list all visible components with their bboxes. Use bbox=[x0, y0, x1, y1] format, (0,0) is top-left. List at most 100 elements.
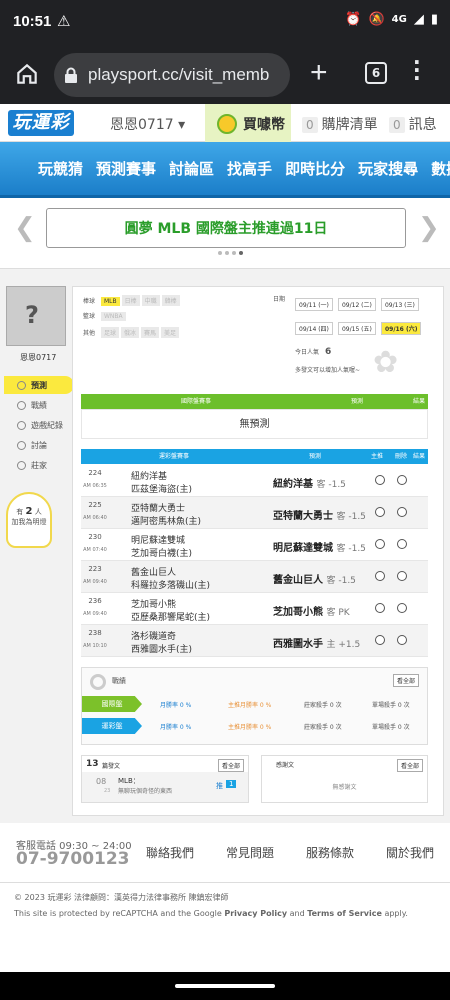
purchase-list-link[interactable]: 0 購牌清單 bbox=[302, 114, 378, 134]
date-option[interactable]: 09/13 (三) bbox=[380, 298, 419, 311]
sidebar-item-bookie[interactable]: 莊家 bbox=[4, 456, 74, 474]
predict-icon bbox=[17, 380, 26, 390]
main-pick-radio[interactable] bbox=[375, 571, 385, 581]
intl-empty: 無預測 bbox=[81, 409, 428, 439]
site-logo[interactable]: 玩運彩 bbox=[8, 110, 74, 136]
popularity-label: 今日人氣 bbox=[295, 349, 320, 356]
date-option[interactable]: 09/11 (一) bbox=[295, 298, 333, 311]
messages-label: 訊息 bbox=[408, 117, 437, 133]
record-stat: 莊家殺手 0 次 bbox=[304, 724, 342, 731]
nav-item[interactable]: 玩家搜尋 bbox=[358, 158, 418, 179]
helper-sub: 加我為明燈 bbox=[11, 518, 47, 526]
user-menu[interactable]: 恩恩0717 ▾ bbox=[110, 114, 185, 134]
footer-link[interactable]: 服務條款 bbox=[306, 844, 354, 861]
avatar: ? bbox=[6, 286, 66, 346]
sidebar-item-history[interactable]: 遊戲紀錄 bbox=[4, 416, 74, 434]
team-away: 明尼蘇達雙城 bbox=[131, 536, 186, 546]
record-stat: 莊家殺手 0 次 bbox=[304, 702, 342, 709]
col-header: 主推 bbox=[371, 453, 384, 460]
date-option-selected[interactable]: 09/16 (六) bbox=[380, 322, 422, 335]
filter-tag[interactable]: 日棒 bbox=[121, 295, 140, 306]
filter-tag[interactable]: WNBA bbox=[100, 312, 126, 321]
main-pick-radio[interactable] bbox=[375, 475, 385, 485]
helper-unit: 人 bbox=[34, 508, 42, 516]
filter-tag[interactable]: 美足 bbox=[160, 327, 179, 338]
footer-link[interactable]: 常見問題 bbox=[226, 844, 274, 861]
sidebar-label: 遊戲紀錄 bbox=[31, 420, 63, 430]
main-pick-radio[interactable] bbox=[375, 603, 385, 613]
lock-icon bbox=[65, 67, 77, 83]
date-option[interactable]: 09/15 (五) bbox=[337, 322, 376, 335]
filter-tag[interactable]: 韓棒 bbox=[161, 295, 180, 306]
footer-link[interactable]: 聯絡我們 bbox=[146, 844, 194, 861]
menu-icon[interactable]: · · · bbox=[413, 52, 421, 88]
sidebar-item-record[interactable]: 戰績 bbox=[4, 396, 74, 414]
messages-link[interactable]: 0 訊息 bbox=[389, 114, 437, 134]
privacy-link[interactable]: Privacy Policy bbox=[224, 909, 287, 918]
team-home: 西雅圖水手(主) bbox=[131, 645, 193, 655]
buy-coin-button[interactable]: 買噱幣 bbox=[205, 104, 291, 142]
purchase-label: 購牌清單 bbox=[321, 117, 378, 133]
sidebar-item-discuss[interactable]: 討論 bbox=[4, 436, 74, 454]
team-away: 洛杉磯道奇 bbox=[131, 632, 177, 642]
nav-item[interactable]: 預測賽事 bbox=[96, 158, 156, 179]
delete-radio[interactable] bbox=[397, 571, 407, 581]
terms-link[interactable]: Terms of Service bbox=[307, 909, 382, 918]
delete-radio[interactable] bbox=[397, 507, 407, 517]
nav-item[interactable]: 找高手 bbox=[227, 158, 272, 179]
filter-tag[interactable]: 足球 bbox=[100, 327, 119, 338]
new-tab-button[interactable]: + bbox=[310, 56, 328, 90]
home-icon[interactable] bbox=[14, 61, 40, 87]
thanks-more-button[interactable]: 看全部 bbox=[396, 759, 423, 772]
home-gesture-bar[interactable] bbox=[175, 984, 275, 988]
posts-label: 篇發文 bbox=[102, 763, 121, 770]
delete-radio[interactable] bbox=[397, 475, 407, 485]
main-pick-radio[interactable] bbox=[375, 635, 385, 645]
main-pick-radio[interactable] bbox=[375, 539, 385, 549]
filter-tag[interactable]: MLB bbox=[100, 297, 120, 306]
nav-item[interactable]: 玩競猜 bbox=[38, 158, 83, 179]
delete-radio[interactable] bbox=[397, 603, 407, 613]
post-day: 08 bbox=[96, 777, 107, 786]
pick-team: 芝加哥小熊 bbox=[273, 607, 323, 618]
recaptcha-and: and bbox=[287, 909, 308, 918]
follow-bulb[interactable]: 有 2 人 加我為明燈 bbox=[6, 492, 52, 548]
date-option[interactable]: 09/14 (四) bbox=[295, 322, 333, 335]
record-more-button[interactable]: 看全部 bbox=[392, 674, 419, 687]
team-away: 亞特蘭大勇士 bbox=[131, 504, 186, 514]
filter-tag[interactable]: 中職 bbox=[141, 295, 160, 306]
filter-tag[interactable]: 賽馬 bbox=[140, 327, 159, 338]
record-panel: 戰績 看全部 國際盤 月勝率 0 % 主推月勝率 0 % 莊家殺手 0 次單場殺手 0… bbox=[81, 667, 428, 745]
game-time: AM 09:40 bbox=[83, 611, 107, 617]
footer-link[interactable]: 關於我們 bbox=[386, 844, 434, 861]
pick-team: 明尼蘇達雙城 bbox=[273, 543, 333, 554]
game-no: 224 bbox=[88, 469, 102, 477]
nav-item[interactable]: 數據 bbox=[431, 158, 450, 179]
nav-item[interactable]: 即時比分 bbox=[285, 158, 345, 179]
recaptcha-apply: apply. bbox=[381, 909, 408, 918]
pick-team: 亞特蘭大勇士 bbox=[273, 511, 333, 522]
delete-radio[interactable] bbox=[397, 539, 407, 549]
banner-next-icon[interactable]: ❯ bbox=[418, 208, 440, 248]
main-pick-radio[interactable] bbox=[375, 507, 385, 517]
date-option[interactable]: 09/12 (二) bbox=[337, 298, 376, 311]
game-time: AM 10:10 bbox=[83, 643, 107, 649]
record-row-label: 國際盤 bbox=[82, 696, 142, 712]
address-bar[interactable]: playsport.cc/visit_memb bbox=[54, 53, 290, 97]
banner-prev-icon[interactable]: ❮ bbox=[14, 208, 36, 248]
tab-switcher-button[interactable]: 6 bbox=[365, 62, 387, 84]
date-label: 日期 bbox=[273, 296, 286, 303]
pick-team: 舊金山巨人 bbox=[273, 575, 323, 586]
post-item[interactable]: 08 23 MLB： 無聊玩個奇怪的東西 推 1 bbox=[82, 772, 248, 802]
filter-tag[interactable]: 俄冰 bbox=[120, 327, 139, 338]
posts-more-button[interactable]: 看全部 bbox=[217, 759, 244, 772]
nav-item[interactable]: 討論區 bbox=[169, 158, 214, 179]
filter-basketball: 籃球 WNBA bbox=[83, 311, 128, 321]
push-count: 1 bbox=[226, 780, 237, 788]
promo-banner[interactable]: 圓夢 MLB 國際盤主推連過11日 bbox=[46, 208, 406, 248]
game-no: 236 bbox=[88, 597, 102, 605]
delete-radio[interactable] bbox=[397, 635, 407, 645]
browser-toolbar: playsport.cc/visit_memb + 6 · · · bbox=[0, 46, 450, 104]
sidebar-item-predict[interactable]: 預測 bbox=[4, 376, 74, 394]
thanks-panel: 感謝文 看全部 無感謝文 bbox=[261, 755, 428, 803]
